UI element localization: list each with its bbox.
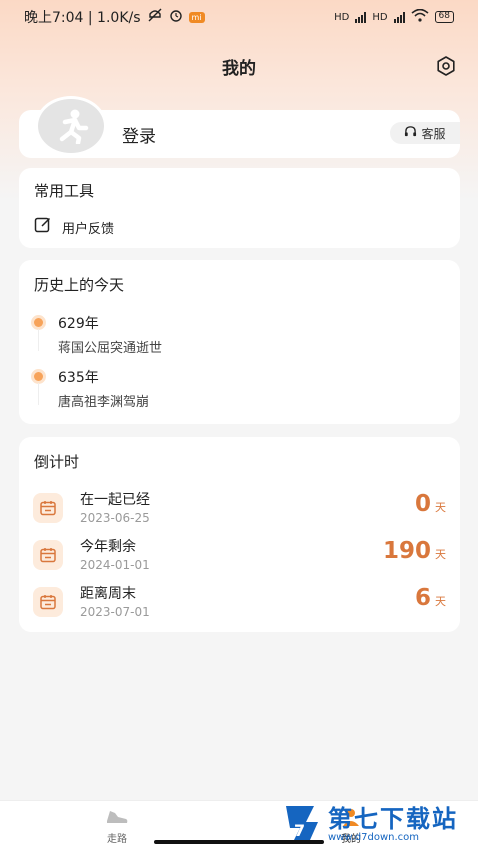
history-card: 历史上的今天 629年 蒋国公屈突通逝世 635年 唐高祖李渊驾崩	[19, 260, 460, 424]
timeline-dot	[34, 318, 43, 327]
status-bar: 晚上7:04 | 1.0K/s mi HD HD 68	[0, 0, 478, 34]
history-title: 历史上的今天	[34, 276, 125, 294]
countdown-unit: 天	[435, 548, 446, 561]
battery-icon: 68	[434, 11, 454, 23]
calendar-icon	[33, 540, 63, 570]
signal-1-label: HD	[334, 11, 350, 23]
countdown-value: 190 天	[383, 538, 446, 564]
avatar[interactable]	[35, 96, 107, 156]
countdown-item[interactable]: 今年剩余 2024-01-01 190 天	[33, 536, 446, 576]
login-link[interactable]: 登录	[122, 122, 156, 147]
countdown-item[interactable]: 距离周末 2023-07-01 6 天	[33, 583, 446, 623]
watermark-logo-icon: 7	[282, 802, 322, 848]
page-title: 我的	[222, 58, 256, 79]
calendar-icon	[33, 587, 63, 617]
countdown-title: 倒计时	[34, 453, 80, 471]
feedback-label: 用户反馈	[62, 221, 115, 237]
signal-2-label: HD	[372, 11, 388, 23]
tools-title: 常用工具	[34, 182, 95, 200]
countdown-item[interactable]: 在一起已经 2023-06-25 0 天	[33, 489, 446, 529]
countdown-date: 2024-01-01	[80, 558, 150, 572]
shoe-icon	[104, 807, 130, 830]
countdown-value: 0 天	[415, 491, 446, 517]
alarm-icon	[169, 8, 183, 26]
wifi-icon	[411, 8, 429, 25]
svg-text:7: 7	[294, 821, 305, 840]
countdown-card: 倒计时 在一起已经 2023-06-25 0 天 今年剩余 2024-01-01…	[19, 437, 460, 632]
tools-card: 常用工具 用户反馈	[19, 168, 460, 248]
countdown-number: 0	[414, 491, 431, 517]
mute-icon	[147, 8, 163, 26]
countdown-name: 今年剩余	[80, 539, 136, 555]
countdown-number: 6	[414, 585, 431, 611]
timeline-dot	[34, 372, 43, 381]
customer-service-label: 客服	[421, 126, 446, 141]
watermark-title: 第七下载站	[328, 805, 458, 833]
signal-2-icon	[393, 11, 405, 23]
countdown-value: 6 天	[415, 585, 446, 611]
status-time: 晚上7:04 | 1.0K/s	[24, 10, 141, 26]
countdown-number: 190	[382, 538, 431, 564]
login-card[interactable]: 登录 客服	[19, 96, 460, 158]
history-year: 635年	[58, 370, 99, 386]
countdown-date: 2023-07-01	[80, 605, 150, 619]
page-header: 我的	[0, 48, 478, 84]
feedback-item[interactable]: 用户反馈	[34, 216, 114, 238]
countdown-name: 在一起已经	[80, 492, 150, 508]
settings-gear-icon[interactable]	[434, 54, 458, 78]
signal-1-icon	[355, 11, 367, 23]
countdown-unit: 天	[435, 501, 446, 514]
tab-walk-label: 走路	[107, 834, 127, 845]
timeline-line	[38, 329, 39, 351]
mi-app-icon: mi	[188, 11, 205, 23]
history-year: 629年	[58, 316, 99, 332]
timeline-line	[38, 383, 39, 405]
watermark-text: 第七下载站 www.d7down.com	[328, 806, 458, 844]
countdown-date: 2023-06-25	[80, 511, 150, 525]
history-desc: 唐高祖李渊驾崩	[58, 395, 150, 410]
history-desc: 蒋国公屈突通逝世	[58, 341, 163, 356]
countdown-unit: 天	[435, 595, 446, 608]
edit-icon	[34, 216, 52, 238]
tab-walk[interactable]: 走路	[104, 807, 130, 845]
watermark-url: www.d7down.com	[328, 832, 420, 843]
headset-icon	[404, 125, 417, 141]
watermark: 7 第七下载站 www.d7down.com	[282, 800, 478, 850]
calendar-icon	[33, 493, 63, 523]
countdown-name: 距离周末	[80, 586, 136, 602]
customer-service-button[interactable]: 客服	[390, 122, 460, 144]
runner-avatar-icon	[59, 109, 89, 144]
